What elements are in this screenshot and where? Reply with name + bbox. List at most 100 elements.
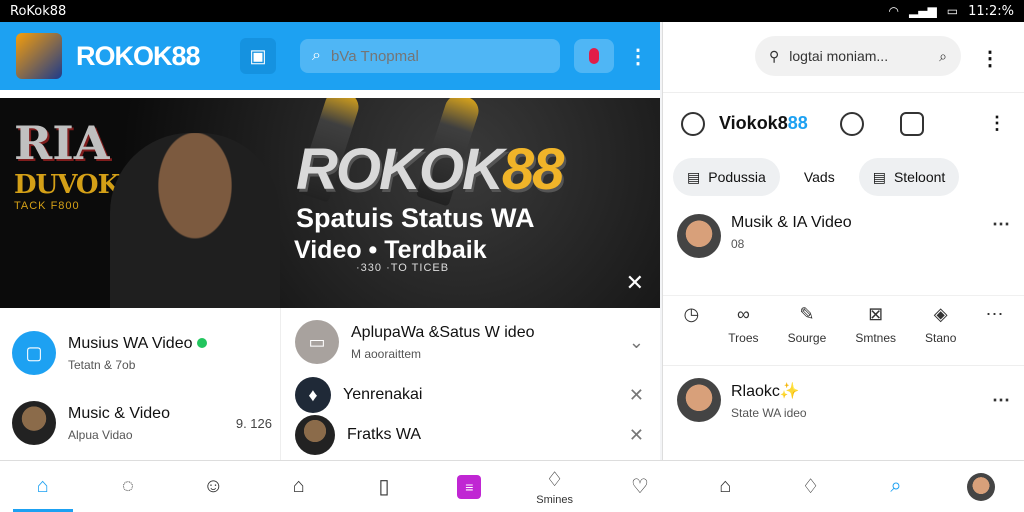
search-bar[interactable]: ⌕: [300, 39, 560, 73]
profile-avatar[interactable]: [16, 33, 62, 79]
top-app-bar: ROKOK88 ▣ ⌕ ⋮: [0, 22, 660, 90]
search-icon[interactable]: ⌕: [939, 48, 947, 65]
chip-steloont[interactable]: ▤ Steloont: [858, 158, 960, 196]
avatar: [677, 214, 721, 258]
search-icon: ⌕: [890, 475, 902, 497]
nav-profile[interactable]: [939, 461, 1024, 512]
close-icon[interactable]: ✕: [629, 385, 644, 406]
post-card[interactable]: Musik & IA Video 08 ⋯: [663, 200, 1024, 296]
nav-search[interactable]: ⌕: [853, 461, 938, 512]
overflow-menu-icon[interactable]: ⋮: [628, 44, 648, 69]
item-meta: 9. 126: [235, 415, 272, 431]
post-card[interactable]: Rlaokc✨ State WA ideo ⋯: [663, 366, 1024, 434]
search-input[interactable]: [330, 47, 531, 65]
more-icon[interactable]: ⋯: [992, 214, 1010, 281]
more-icon: ⋯: [985, 304, 1004, 324]
apps-icon: ▣: [249, 45, 267, 66]
apps-button[interactable]: ▣: [240, 38, 276, 74]
close-icon[interactable]: ✕: [629, 425, 644, 446]
chat-icon: ◌: [122, 475, 134, 497]
status-app-name: RoKok88: [10, 3, 67, 19]
item-title: Yenrenakai: [343, 386, 423, 403]
avatar: [677, 378, 721, 422]
list-item[interactable]: Fratks WA ✕: [295, 415, 644, 455]
overflow-menu-icon[interactable]: ⋮: [988, 113, 1006, 134]
chip-label: Podussia: [708, 169, 766, 185]
post-sub: State WA ideo: [731, 405, 807, 420]
nav-heart[interactable]: ♡: [597, 461, 682, 512]
book-icon: ▯: [378, 476, 390, 498]
signal-icon: ▂▄▆: [909, 4, 937, 18]
panel-brand: Viokok888: [719, 113, 808, 134]
nav-grid[interactable]: ≡: [427, 461, 512, 512]
action-troes[interactable]: ∞ Troes: [728, 304, 758, 357]
dismiss-icon[interactable]: ⌄: [629, 332, 644, 353]
item-title: AplupaWa &Satus W ideo: [351, 323, 535, 341]
smile-icon: ☺: [203, 475, 224, 497]
list-icon: ▤: [872, 168, 886, 185]
chip-vads[interactable]: Vads: [790, 158, 849, 196]
list-item[interactable]: Music & Video Alpua Vidao 9. 126: [12, 388, 272, 458]
grid-icon: ≡: [457, 474, 482, 499]
tv-icon: ▭: [295, 320, 339, 364]
sticker-icon[interactable]: [899, 111, 924, 136]
chip-label: Steloont: [893, 169, 946, 185]
bell-icon: ♢: [545, 469, 564, 491]
action-timer[interactable]: ◷: [684, 304, 700, 357]
avatar: [12, 401, 56, 445]
banner-brand-b: 88: [501, 137, 564, 202]
banner-brand: ROKOK88: [296, 136, 564, 203]
action-sourge[interactable]: ✎ Sourge: [788, 304, 827, 357]
emoji-icon[interactable]: [839, 111, 864, 136]
more-actions[interactable]: ⋯: [985, 304, 1003, 357]
nav-notifications[interactable]: ♢: [768, 461, 853, 512]
refresh-icon[interactable]: [681, 111, 705, 136]
list-item[interactable]: ▭ AplupaWa &Satus W ideo M aooraittem ⌄: [295, 312, 644, 372]
list-left: ▢ Musius WA Video Tetatn & 7ob Music & V…: [0, 308, 280, 460]
more-icon[interactable]: ⋯: [992, 390, 1010, 411]
action-stano[interactable]: ◈ Stano: [925, 304, 956, 357]
overflow-menu-icon[interactable]: ⋮: [980, 46, 1000, 71]
action-smtnes[interactable]: ⊠ Smtnes: [855, 304, 896, 357]
nav-house[interactable]: ⌂: [256, 461, 341, 512]
bell-icon: ♢: [801, 476, 820, 498]
tag-icon: ◈: [933, 304, 948, 324]
chip-podussia[interactable]: ▤ Podussia: [673, 158, 780, 196]
voice-search-button[interactable]: [574, 39, 614, 73]
post-sub: 08: [731, 237, 745, 251]
panel-brand-b: 88: [787, 113, 808, 133]
turtle-icon: ♦: [295, 377, 331, 413]
nav-home[interactable]: ⌂: [0, 461, 85, 512]
heart-icon: ♡: [630, 476, 649, 498]
nav-book[interactable]: ▯: [341, 461, 426, 512]
battery-icon: ▭: [946, 4, 959, 18]
list-right: ▭ AplupaWa &Satus W ideo M aooraittem ⌄ …: [280, 308, 660, 460]
item-title: Music & Video: [68, 404, 170, 422]
banner-logo: RIA DUVOKS TACK F800: [14, 116, 138, 212]
panel-brand-a: Viokok8: [719, 113, 788, 133]
item-title: Musius WA Video: [68, 334, 193, 352]
list-item[interactable]: ▢ Musius WA Video Tetatn & 7ob: [12, 318, 272, 388]
status-time: 11:2:%: [968, 3, 1014, 19]
close-icon[interactable]: ✕: [626, 270, 644, 296]
nav-chat[interactable]: ◌: [85, 461, 170, 512]
panel-search-bar[interactable]: ⚲ logtai moniam... ⌕: [755, 36, 961, 76]
banner-logo-sub: DUVOKS: [14, 170, 138, 200]
home-icon: ⌂: [36, 475, 49, 497]
nav-smines[interactable]: ♢ Smines: [512, 461, 597, 512]
house-icon: ⌂: [292, 475, 305, 497]
list-icon: ▤: [687, 168, 701, 185]
online-dot-icon: [196, 337, 207, 348]
post-title: Rlaokc✨: [731, 382, 800, 400]
avatar: [295, 415, 335, 455]
nav-home2[interactable]: ⌂: [683, 461, 768, 512]
nav-emoji[interactable]: ☺: [171, 461, 256, 512]
panel-search-value: logtai moniam...: [789, 48, 889, 64]
home-icon: ⌂: [719, 475, 732, 497]
nav-label: Smines: [536, 494, 573, 506]
promo-banner[interactable]: RIA DUVOKS TACK F800 ROKOK88 Spatuis Sta…: [0, 98, 660, 308]
banner-headline: Spatuis Status WA: [296, 203, 535, 233]
bottom-navigation: ⌂ ◌ ☺ ⌂ ▯ ≡ ♢ Smines ♡ ⌂ ♢ ⌕: [0, 460, 1024, 512]
list-item[interactable]: ♦ Yenrenakai ✕: [295, 372, 644, 418]
person-search-icon: ⚲: [769, 47, 780, 64]
